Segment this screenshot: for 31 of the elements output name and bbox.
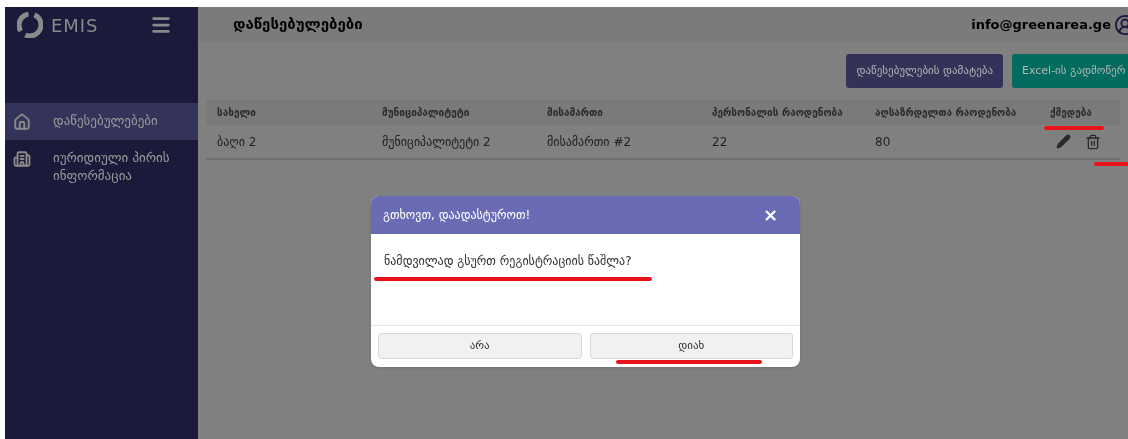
dialog-message: ნამდვილად გსურთ რეგისტრაციის წაშლა?	[384, 254, 632, 268]
sidebar-item[interactable]: დაწესებულებები	[5, 103, 198, 140]
close-button[interactable]: ×	[762, 206, 778, 224]
column-header: პერსონალის რაოდენობა	[712, 106, 844, 120]
building-icon	[13, 150, 31, 168]
table-cell-text: 22	[712, 133, 729, 151]
table-cell-text: ბაღი 2	[217, 133, 258, 151]
annotation-underline	[1094, 162, 1128, 166]
dialog-title: გთხოვთ, დაადასტუროთ!	[383, 207, 531, 224]
column-header: მუნიციპალიტეტი	[382, 106, 471, 120]
yes-button[interactable]: დიახ	[589, 333, 793, 359]
edit-icon[interactable]	[1056, 134, 1071, 149]
home-icon	[13, 113, 31, 131]
column-header: სახელი	[217, 106, 257, 120]
page-title: დაწესებულებები	[233, 14, 363, 36]
menu-icon[interactable]	[150, 14, 172, 36]
column-header: ქმედება	[1050, 106, 1093, 120]
no-button[interactable]: არა	[378, 333, 582, 359]
table-cell-text: 80	[875, 133, 892, 151]
logo-text: EMIS	[51, 13, 99, 38]
table-cell-text: მისამართი #2	[547, 133, 633, 151]
column-header: აღსაზრდელთა რაოდენობა	[875, 106, 1018, 120]
delete-icon[interactable]	[1085, 133, 1101, 150]
sidebar-item[interactable]: იურიდიული პირის ინფორმაცია	[5, 140, 198, 194]
add-button[interactable]: დაწესებულების დამატება	[846, 54, 1003, 88]
table-cell-text: მუნიციპალიტეტი 2	[382, 133, 492, 151]
user-email: info@greenarea.ge	[971, 15, 1111, 34]
column-header: მისამართი	[547, 106, 604, 120]
annotation-underline	[1044, 126, 1104, 130]
excel-export-button[interactable]: Excel-ის გადმოწერ	[1012, 54, 1128, 88]
logo-icon	[17, 12, 43, 38]
